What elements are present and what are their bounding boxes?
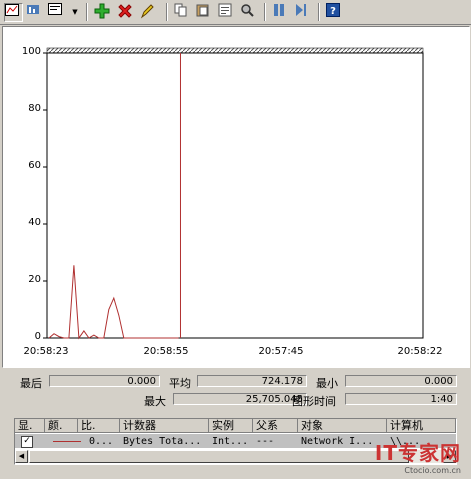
- y-tick-label: 100: [21, 46, 41, 57]
- view-report-icon[interactable]: [48, 3, 66, 21]
- y-tick-label: 60: [28, 160, 41, 171]
- last-label: 最后: [20, 377, 42, 390]
- column-header-object[interactable]: 对象: [298, 419, 387, 433]
- column-header-counter[interactable]: 计数器: [120, 419, 209, 433]
- column-header-computer[interactable]: 计算机: [387, 419, 456, 433]
- statistics-bar: 最后 0.000 平均 724.178 最小 0.000 最大 25,705.0…: [0, 370, 471, 414]
- x-tick-label: 20:58:23: [23, 346, 69, 357]
- color-swatch: [53, 441, 81, 442]
- counter-cell: Bytes Tota...: [123, 436, 202, 447]
- scroll-left-button[interactable]: ◀: [15, 450, 28, 463]
- view-histogram-icon[interactable]: [26, 3, 44, 21]
- graph-duration-value: 1:40: [345, 393, 457, 405]
- watermark-brand: IT专家网: [374, 441, 461, 465]
- toolbar-separator: [166, 3, 168, 21]
- maximum-label: 最大: [144, 395, 166, 408]
- average-label: 平均: [169, 377, 191, 390]
- y-tick-label: 80: [28, 103, 41, 114]
- properties-icon[interactable]: [218, 3, 236, 21]
- delete-counter-icon[interactable]: [117, 3, 135, 21]
- last-value: 0.000: [49, 375, 160, 387]
- column-header-show[interactable]: 显.: [15, 419, 45, 433]
- add-counter-icon[interactable]: [94, 3, 112, 21]
- column-header-color[interactable]: 颜.: [45, 419, 78, 433]
- scroll-thumb[interactable]: [29, 450, 409, 463]
- svg-text:?: ?: [330, 6, 336, 17]
- y-tick-label: 40: [28, 217, 41, 228]
- performance-graph: [43, 47, 424, 340]
- minimum-label: 最小: [316, 377, 338, 390]
- y-tick-label: 0: [34, 331, 41, 342]
- average-value: 724.178: [197, 375, 307, 387]
- parent-cell: ---: [256, 436, 275, 447]
- graph-panel: 100 80 60 40 20 0 20:58:23 20:58:55 20:5…: [2, 26, 470, 368]
- help-icon[interactable]: ?: [326, 3, 344, 21]
- show-checkbox[interactable]: ✓: [21, 436, 33, 448]
- watermark: IT专家网 Ctocio.com.cn: [375, 437, 461, 475]
- zoom-icon[interactable]: [240, 3, 258, 21]
- paste-icon[interactable]: [196, 3, 214, 21]
- x-tick-label: 20:57:45: [258, 346, 304, 357]
- toolbar-separator: [264, 3, 266, 21]
- copy-icon[interactable]: [174, 3, 192, 21]
- graph-hatch-strip: [46, 47, 424, 54]
- toolbar-separator: [318, 3, 320, 21]
- highlight-icon[interactable]: [140, 3, 158, 21]
- toolbar-separator: [86, 3, 88, 21]
- scale-cell: 0...: [89, 436, 114, 447]
- update-icon[interactable]: [294, 3, 312, 21]
- x-tick-label: 20:58:55: [143, 346, 189, 357]
- column-header-instance[interactable]: 实例: [209, 419, 253, 433]
- instance-cell: Int...: [212, 436, 249, 447]
- graph-duration-label: 图形时间: [292, 395, 336, 408]
- column-header-scale[interactable]: 比.: [78, 419, 120, 433]
- toolbar: ▼ ?: [0, 0, 471, 25]
- dropdown-icon[interactable]: ▼: [70, 3, 80, 21]
- y-tick-label: 20: [28, 274, 41, 285]
- maximum-value: 25,705.045: [173, 393, 307, 405]
- object-cell: Network I...: [301, 436, 374, 447]
- column-header-parent[interactable]: 父系: [253, 419, 298, 433]
- freeze-icon[interactable]: [272, 3, 290, 21]
- plot-area: [46, 52, 424, 339]
- view-graph-icon[interactable]: [4, 3, 23, 22]
- minimum-value: 0.000: [345, 375, 457, 387]
- watermark-url: Ctocio.com.cn: [404, 466, 461, 475]
- x-tick-label: 20:58:22: [397, 346, 443, 357]
